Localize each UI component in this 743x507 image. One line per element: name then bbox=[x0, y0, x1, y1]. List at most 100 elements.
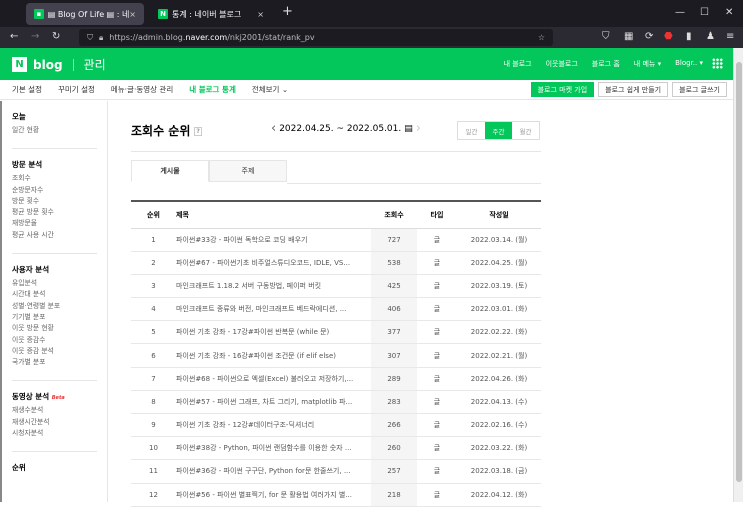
tab-topics[interactable]: 주제 bbox=[209, 160, 287, 182]
page-scrollbar[interactable] bbox=[733, 48, 743, 502]
table-row: 1 파이썬#33강 - 파이썬 독학으로 코딩 배우기 727 글 2022.03.14… bbox=[131, 228, 541, 252]
sync-icon[interactable]: ⟳ bbox=[645, 31, 653, 42]
sidebar-item[interactable]: 이웃 증감 분석 bbox=[12, 346, 107, 357]
reload-icon[interactable]: ↻ bbox=[52, 31, 60, 42]
bookmark-star-icon[interactable]: ☆ bbox=[538, 33, 545, 42]
sidebar-section-title: 순위 bbox=[12, 463, 26, 473]
account-icon[interactable]: ♟ bbox=[706, 31, 715, 42]
period-daily[interactable]: 일간 bbox=[458, 122, 485, 139]
period-weekly[interactable]: 주간 bbox=[485, 122, 512, 139]
sidebar-item[interactable]: 기기별 분포 bbox=[12, 312, 107, 323]
nav-blog-stats[interactable]: 내 블로그 통계 bbox=[189, 84, 236, 95]
title-cell[interactable]: 파이썬 기초 강좌 - 16강#파이썬 조건문 (if elif else) bbox=[176, 343, 371, 368]
title-cell[interactable]: 파이썬#57 - 파이썬 그래프, 차트 그리기, matplotlib 파..… bbox=[176, 390, 371, 415]
rank-cell: 5 bbox=[131, 320, 176, 345]
back-icon[interactable]: ← bbox=[10, 31, 18, 42]
title-cell[interactable]: 파이썬#36강 - 파이썬 구구단, Python for문 한줄쓰기, ... bbox=[176, 459, 371, 484]
date-navigator: ‹ 2022.04.25. ~ 2022.05.01. ▤ › bbox=[271, 121, 421, 136]
title-cell[interactable]: 파이썬#38강 - Python, 파이썬 랜덤함수를 이용한 숫자 ... bbox=[176, 436, 371, 461]
my-menu-dropdown[interactable]: 내 메뉴 ▾ bbox=[634, 59, 661, 69]
title-cell[interactable]: 파이썬 기초 강좌 - 12강#데이터구조-딕셔너리 bbox=[176, 413, 371, 438]
sidebar-item[interactable]: 일간 현황 bbox=[12, 125, 107, 136]
nav-basic-settings[interactable]: 기본 설정 bbox=[12, 84, 42, 95]
apps-grid-icon[interactable] bbox=[712, 58, 723, 69]
title-cell[interactable]: 마인크래프트 종류와 버전, 마인크래프트 베드락에디션, ... bbox=[176, 297, 371, 322]
my-blog-link[interactable]: 내 블로그 bbox=[504, 59, 532, 69]
col-title: 제목 bbox=[176, 201, 371, 229]
col-type: 타입 bbox=[417, 201, 457, 229]
blog-market-join-button[interactable]: 블로그 마켓 가입 bbox=[530, 82, 595, 97]
forward-icon[interactable]: → bbox=[31, 31, 39, 42]
blog-favicon-icon: ▪ bbox=[34, 9, 44, 19]
sidebar-item[interactable]: 방문 횟수 bbox=[12, 196, 107, 207]
table-row: 9 파이썬 기초 강좌 - 12강#데이터구조-딕셔너리 266 글 2022.02.1… bbox=[131, 413, 541, 438]
new-tab-button[interactable]: + bbox=[282, 4, 293, 19]
rank-cell: 12 bbox=[131, 483, 176, 507]
type-cell: 글 bbox=[417, 367, 457, 391]
nav-content-management[interactable]: 메뉴·글·동영상 관리 bbox=[111, 84, 173, 95]
sidebar-item[interactable]: 시청자분석 bbox=[12, 428, 107, 439]
rank-cell: 1 bbox=[131, 228, 176, 252]
browser-tab[interactable]: ▪▤ Blog Of Life ▤ : 네이버 블로그× bbox=[26, 3, 144, 25]
next-period-icon[interactable]: › bbox=[416, 121, 421, 136]
period-monthly[interactable]: 월간 bbox=[512, 122, 539, 139]
pocket-icon[interactable]: ⛉ bbox=[602, 31, 610, 42]
close-window-button[interactable]: ✕ bbox=[725, 7, 733, 18]
date-cell: 2022.02.21. (월) bbox=[457, 343, 541, 368]
naver-blog-logo[interactable]: Nblog 관리 bbox=[12, 56, 106, 73]
minimize-button[interactable]: — bbox=[675, 7, 685, 18]
type-cell: 글 bbox=[417, 413, 457, 438]
easy-blog-button[interactable]: 블로그 쉽게 만들기 bbox=[598, 82, 669, 97]
sidebar-item[interactable]: 조회수 bbox=[12, 173, 107, 184]
sidebar-item[interactable]: 재방문율 bbox=[12, 218, 107, 229]
sidebar-item[interactable]: 국가별 분포 bbox=[12, 357, 107, 368]
nav-design-settings[interactable]: 꾸미기 설정 bbox=[58, 84, 95, 95]
sidebar-item[interactable]: 재생시간분석 bbox=[12, 417, 107, 428]
sidebar-item[interactable]: 이웃 증감수 bbox=[12, 335, 107, 346]
help-icon[interactable]: ? bbox=[194, 127, 202, 136]
tab-posts[interactable]: 게시물 bbox=[131, 160, 209, 182]
sidebar-item[interactable]: 유입분석 bbox=[12, 278, 107, 289]
sidebar-item[interactable]: 순방문자수 bbox=[12, 185, 107, 196]
title-cell[interactable]: 파이썬#56 - 파이썬 별표찍기, for 문 활용법 여러가지 별... bbox=[176, 483, 371, 507]
sidebar-section-title: 방문 분석 bbox=[12, 160, 43, 170]
sidebar-item[interactable]: 재생수분석 bbox=[12, 405, 107, 416]
sidebar-item[interactable]: 성별·연령별 분포 bbox=[12, 301, 107, 312]
title-cell[interactable]: 파이썬#33강 - 파이썬 독학으로 코딩 배우기 bbox=[176, 228, 371, 252]
user-dropdown[interactable]: Blogr.. ▾ bbox=[675, 59, 703, 69]
write-post-button[interactable]: 블로그 글쓰기 bbox=[672, 82, 727, 97]
views-cell: 266 bbox=[371, 413, 417, 438]
url-input[interactable]: ⛉ 🔒︎ https://admin.blog. naver.com/nkj2001… bbox=[79, 29, 553, 46]
translate-icon[interactable]: ▦ bbox=[624, 31, 633, 42]
date-cell: 2022.03.22. (화) bbox=[457, 436, 541, 461]
sidebar-item[interactable]: 시간대 분석 bbox=[12, 289, 107, 300]
browser-tab-bar: ▪▤ Blog Of Life ▤ : 네이버 블로그× N통계 : 네이버 블… bbox=[0, 0, 743, 27]
title-cell[interactable]: 마인크래프트 1.18.2 서버 구동방법, 페이퍼 버킷 bbox=[176, 274, 371, 299]
sidebar-item[interactable]: 평균 방문 횟수 bbox=[12, 207, 107, 218]
title-cell[interactable]: 파이썬 기초 강좌 - 17강#파이썬 반복문 (while 문) bbox=[176, 320, 371, 345]
nav-view-all[interactable]: 전체보기 ⌄ bbox=[252, 84, 288, 95]
menu-icon[interactable]: ≡ bbox=[726, 31, 734, 42]
adblock-icon[interactable]: ⬣ bbox=[664, 31, 673, 42]
close-tab-icon[interactable]: × bbox=[257, 10, 264, 19]
title-cell[interactable]: 파이썬#67 - 파이썬기초 비주얼스튜디오코드, IDLE, VS... bbox=[176, 251, 371, 275]
calendar-icon[interactable]: ▤ bbox=[404, 124, 413, 134]
title-cell[interactable]: 파이썬#68 - 파이썬으로 엑셀(Excel) 불러오고 저장하기,... bbox=[176, 367, 371, 391]
type-cell: 글 bbox=[417, 390, 457, 415]
views-cell: 538 bbox=[371, 251, 417, 275]
type-cell: 글 bbox=[417, 251, 457, 275]
table-row: 8 파이썬#57 - 파이썬 그래프, 차트 그리기, matplotlib 파.… bbox=[131, 390, 541, 415]
scrollbar-thumb[interactable] bbox=[736, 62, 742, 482]
sidebar-item[interactable]: 이웃 방문 현황 bbox=[12, 323, 107, 334]
close-tab-icon[interactable]: × bbox=[129, 10, 136, 19]
maximize-button[interactable]: ☐ bbox=[700, 7, 709, 18]
sidebar-item[interactable]: 평균 사용 시간 bbox=[12, 230, 107, 241]
prev-period-icon[interactable]: ‹ bbox=[271, 121, 276, 136]
neighbor-blog-link[interactable]: 이웃블로그 bbox=[546, 59, 578, 69]
extension-icon[interactable]: ▮ bbox=[686, 31, 692, 42]
date-cell: 2022.03.19. (토) bbox=[457, 274, 541, 299]
browser-tab[interactable]: N 통계 : 네이버 블로그 × bbox=[150, 3, 272, 25]
views-cell: 425 bbox=[371, 274, 417, 299]
rank-cell: 2 bbox=[131, 251, 176, 275]
blog-home-link[interactable]: 블로그 홈 bbox=[592, 59, 620, 69]
